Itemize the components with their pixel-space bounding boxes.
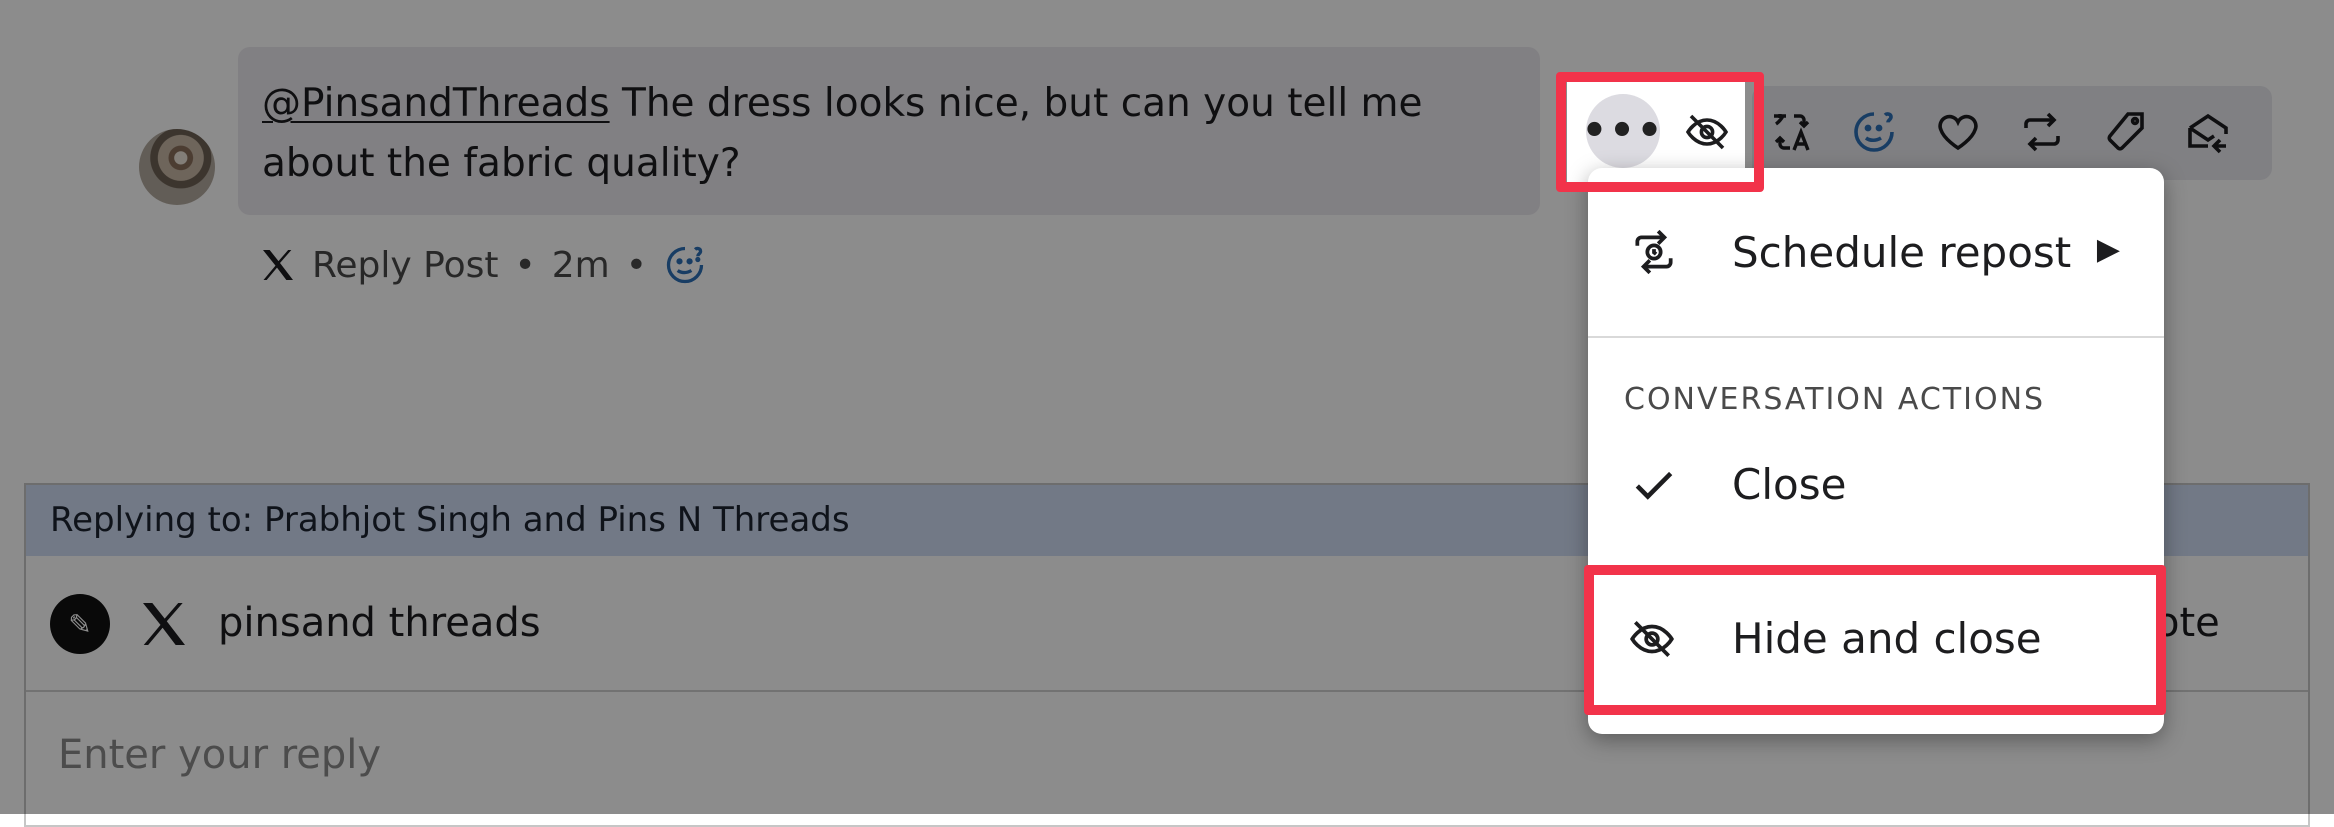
menu-item-close[interactable]: Close xyxy=(1588,430,2164,540)
highlight-box-toolbar xyxy=(1556,72,1764,192)
menu-section-title: CONVERSATION ACTIONS xyxy=(1624,382,2046,417)
menu-item-label: Schedule repost xyxy=(1732,228,2072,277)
chevron-right-icon: ▶ xyxy=(2096,232,2120,267)
menu-item-schedule-repost[interactable]: Schedule repost ▶ xyxy=(1588,168,2164,336)
menu-item-label: Close xyxy=(1732,460,1847,509)
check-icon xyxy=(1626,457,1682,513)
menu-divider xyxy=(1588,336,2164,338)
highlight-box-hide-and-close xyxy=(1584,565,2166,715)
schedule-repost-icon xyxy=(1626,224,1682,280)
